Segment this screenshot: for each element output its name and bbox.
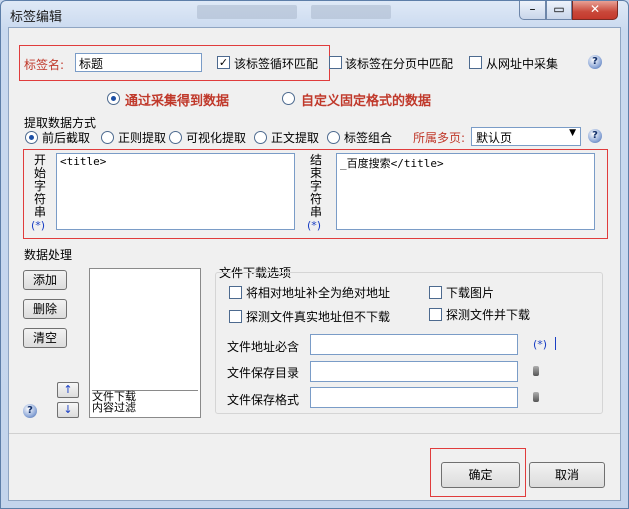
tag-name-label: 标签名: [24,58,65,72]
end-string-label: 结束字符串 [309,153,322,219]
collect-radio[interactable] [107,92,120,105]
close-button[interactable]: ✕ [572,1,618,20]
cancel-button[interactable]: 取消 [529,462,605,488]
pin-icon[interactable] [533,392,539,402]
extract-method-label-1: 正则提取 [118,131,167,145]
title-bar[interactable]: 标签编辑 – ▭ ✕ [1,1,628,27]
loop-match-label: 该标签循环匹配 [234,57,319,71]
save-format-input[interactable] [310,387,518,408]
help-icon-processing[interactable]: ? [23,404,37,418]
absolute-url-label: 将相对地址补全为绝对地址 [246,286,391,300]
extract-method-label-3: 正文提取 [271,131,320,145]
fixed-format-radio[interactable] [282,92,295,105]
help-icon-extract[interactable]: ? [588,129,602,143]
end-string-input[interactable]: _百度搜索</title> [336,153,595,230]
detect-no-download-label: 探测文件真实地址但不下载 [246,310,391,324]
download-images-checkbox[interactable] [429,286,442,299]
extract-method-label-4: 标签组合 [344,131,393,145]
multipage-value: 默认页 [476,131,513,145]
detect-download-label: 探测文件并下载 [446,308,531,322]
collect-label: 通过采集得到数据 [125,94,230,109]
close-icon: ✕ [589,2,601,16]
move-up-button[interactable]: ↑ [57,382,79,398]
loop-match-checkbox[interactable]: ✓ [217,56,230,69]
absolute-url-checkbox[interactable] [229,286,242,299]
processing-section-label: 数据处理 [24,248,73,262]
url-must-contain-label: 文件地址必含 [227,340,300,354]
multipage-select[interactable]: 默认页 ▼ [471,127,581,146]
window-title: 标签编辑 [10,10,63,25]
detect-download-checkbox[interactable] [429,308,442,321]
from-url-checkbox[interactable] [469,56,482,69]
add-button[interactable]: 添加 [23,270,67,290]
divider [9,433,620,434]
dialog-client-area: 标签名: 标题 ✓ 该标签循环匹配 该标签在分页中匹配 从网址中采集 ? 通过采… [8,27,621,501]
chevron-down-icon: ▼ [569,128,576,138]
extract-method-radio-3[interactable] [254,131,267,144]
clear-button[interactable]: 清空 [23,328,67,348]
ok-button[interactable]: 确定 [441,462,520,488]
start-string-link[interactable]: (*) [31,219,45,232]
save-format-label: 文件保存格式 [227,393,300,407]
extract-method-label-2: 可视化提取 [186,131,247,145]
download-images-label: 下载图片 [446,286,495,300]
minimize-button[interactable]: – [519,1,546,20]
minimize-icon: – [529,2,536,16]
maximize-button[interactable]: ▭ [546,1,572,20]
maximize-icon: ▭ [553,2,565,16]
start-string-label: 开始字符串 [33,153,46,219]
text-cursor [555,337,556,350]
extract-method-radio-4[interactable] [327,131,340,144]
tag-edit-window: 标签编辑 – ▭ ✕ 标签名: 标题 ✓ 该标签循环匹配 该标签在分页中匹配 从… [0,0,629,509]
save-dir-input[interactable] [310,361,518,382]
tag-name-input[interactable]: 标题 [75,53,202,72]
blurred-background-text [311,5,391,19]
list-item[interactable]: 内容过滤 [92,402,198,414]
extract-method-radio-1[interactable] [101,131,114,144]
help-icon[interactable]: ? [588,55,602,69]
delete-button[interactable]: 删除 [23,299,67,319]
from-url-label: 从网址中采集 [486,57,559,71]
extract-method-radio-2[interactable] [169,131,182,144]
save-dir-label: 文件保存目录 [227,366,300,380]
extract-method-label-0: 前后截取 [42,131,91,145]
detect-no-download-checkbox[interactable] [229,310,242,323]
end-string-link[interactable]: (*) [307,219,321,232]
fixed-format-label: 自定义固定格式的数据 [301,94,432,109]
page-match-checkbox[interactable] [329,56,342,69]
processing-list[interactable]: 文件下载 内容过滤 [89,268,201,418]
extract-method-radio-0[interactable] [25,131,38,144]
multipage-label: 所属多页: [413,131,466,145]
move-down-button[interactable]: ↓ [57,402,79,418]
start-string-input[interactable]: <title> [56,153,295,230]
page-match-label: 该标签在分页中匹配 [345,57,454,71]
pin-icon[interactable] [533,366,539,376]
blurred-background-text [197,5,297,19]
url-must-contain-link[interactable]: (*) [533,338,547,351]
url-must-contain-input[interactable] [310,334,518,355]
